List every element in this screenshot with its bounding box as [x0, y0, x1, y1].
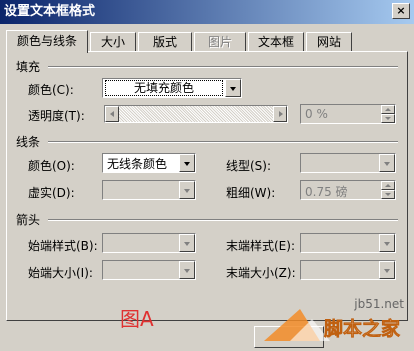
- chevron-down-icon: [179, 261, 195, 279]
- fill-color-value: 无填充颜色: [105, 80, 223, 96]
- tab-label: 图片: [207, 35, 232, 49]
- tab-size[interactable]: 大小: [90, 32, 136, 52]
- transparency-slider: [104, 105, 288, 123]
- chevron-down-icon: [379, 154, 395, 172]
- line-color-value: 无线条颜色: [107, 157, 168, 171]
- tab-label: 颜色与线条: [16, 34, 77, 48]
- fill-color-label: 颜色(C):: [28, 83, 74, 97]
- line-color-label: 颜色(O):: [28, 159, 75, 173]
- tab-label: 网站: [316, 35, 341, 49]
- close-icon: ×: [396, 4, 406, 17]
- end-size-dropdown: [300, 260, 396, 280]
- title-bar: 设置文本框格式 ×: [0, 0, 414, 24]
- chevron-down-icon[interactable]: [179, 154, 195, 172]
- tab-label: 大小: [100, 35, 125, 49]
- end-size-label: 末端大小(Z):: [226, 266, 296, 280]
- chevron-down-icon[interactable]: [225, 79, 241, 97]
- figure-annotation: 图A: [120, 307, 154, 331]
- tab-website[interactable]: 网站: [306, 32, 352, 52]
- end-style-dropdown: [300, 233, 396, 253]
- line-style-label: 线型(S):: [226, 159, 272, 173]
- window-title: 设置文本框格式: [4, 4, 96, 19]
- transparency-spinner: 0 %: [300, 104, 396, 124]
- fill-group-label: 填充: [16, 60, 41, 74]
- begin-size-dropdown: [102, 260, 196, 280]
- dash-label: 虚实(D):: [28, 186, 75, 200]
- fill-divider: [48, 66, 398, 68]
- chevron-down-icon: [379, 261, 395, 279]
- tab-picture: 图片: [194, 32, 246, 52]
- weight-label: 粗细(W):: [226, 186, 276, 200]
- close-button[interactable]: ×: [392, 3, 410, 19]
- line-color-dropdown[interactable]: 无线条颜色: [102, 153, 196, 173]
- tab-colors-lines[interactable]: 颜色与线条: [6, 30, 88, 53]
- line-divider: [48, 141, 398, 143]
- spin-up-icon: [381, 181, 395, 190]
- chevron-down-icon: [179, 234, 195, 252]
- tab-layout[interactable]: 版式: [138, 32, 192, 52]
- arrows-divider: [48, 219, 398, 221]
- spin-down-icon: [381, 114, 395, 123]
- line-style-dropdown: [300, 153, 396, 173]
- fill-color-dropdown[interactable]: 无填充颜色: [102, 78, 242, 98]
- begin-style-label: 始端样式(B):: [28, 239, 98, 253]
- transparency-value: 0 %: [305, 107, 328, 121]
- slider-right-arrow-icon: [273, 106, 287, 122]
- transparency-label: 透明度(T):: [28, 109, 85, 123]
- line-group-label: 线条: [16, 135, 41, 149]
- tab-textbox[interactable]: 文本框: [248, 32, 304, 52]
- weight-spinner: 0.75 磅: [300, 180, 396, 200]
- arrows-group-label: 箭头: [16, 213, 41, 227]
- chevron-down-icon: [379, 234, 395, 252]
- spin-up-icon: [381, 105, 395, 114]
- end-style-label: 末端样式(E):: [226, 239, 295, 253]
- begin-style-dropdown: [102, 233, 196, 253]
- begin-size-label: 始端大小(I):: [28, 266, 93, 280]
- watermark-logo: 脚本之家: [264, 309, 401, 341]
- tab-label: 文本框: [257, 35, 294, 49]
- weight-value: 0.75 磅: [305, 185, 348, 199]
- watermark-brand-text: 脚本之家: [324, 317, 401, 340]
- slider-left-arrow-icon: [105, 106, 119, 122]
- spin-down-icon: [381, 190, 395, 199]
- tab-label: 版式: [152, 35, 177, 49]
- chevron-down-icon: [179, 181, 195, 199]
- dash-dropdown: [102, 180, 196, 200]
